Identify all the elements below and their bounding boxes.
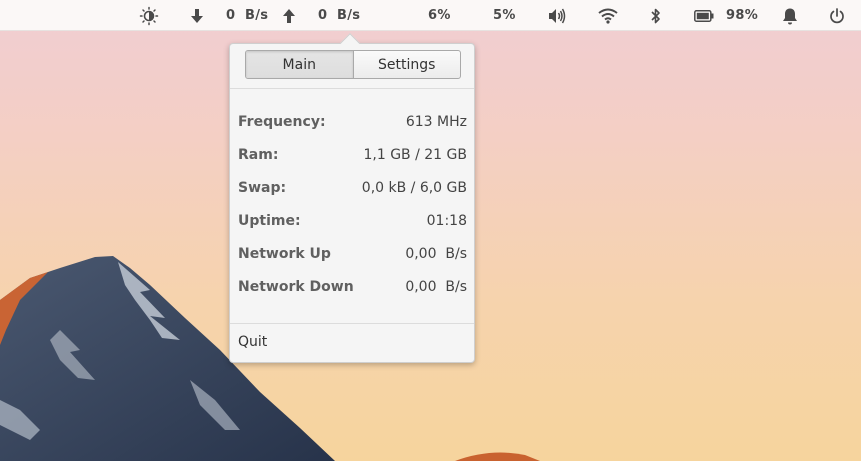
info-label: Swap: — [238, 180, 287, 196]
bell-icon — [783, 8, 797, 24]
sound-indicator[interactable] — [547, 0, 567, 31]
net-up-indicator[interactable] — [282, 0, 296, 31]
volume-icon — [549, 8, 566, 23]
info-label: Network Up — [238, 246, 331, 262]
net-down-value[interactable]: 0 B/s — [226, 0, 268, 31]
power-indicator[interactable] — [694, 0, 714, 31]
separator-bottom — [230, 323, 474, 324]
quit-menu-item[interactable]: Quit — [238, 334, 267, 350]
separator-top — [230, 88, 474, 89]
info-row-frequency: Frequency: 613 MHz — [238, 114, 467, 134]
top-panel: 0 B/s 0 B/s 6% 5% 98% — [0, 0, 861, 31]
view-switcher: Main Settings — [245, 50, 461, 79]
notifications-indicator[interactable] — [782, 0, 798, 31]
info-row-uptime: Uptime: 01:18 — [238, 213, 467, 233]
info-value: 0,00 B/s — [405, 246, 467, 262]
power-icon — [830, 7, 844, 23]
info-value: 0,00 B/s — [405, 279, 467, 295]
system-monitor-indicator[interactable] — [190, 0, 204, 31]
info-label: Network Down — [238, 279, 354, 295]
battery-icon — [694, 9, 714, 22]
info-label: Ram: — [238, 147, 279, 163]
battery-percent[interactable]: 98% — [726, 0, 758, 31]
wifi-icon — [598, 8, 618, 24]
net-up-value[interactable]: 0 B/s — [318, 0, 360, 31]
info-value: 0,0 kB / 6,0 GB — [361, 180, 467, 196]
info-row-network-down: Network Down 0,00 B/s — [238, 279, 467, 299]
info-label: Uptime: — [238, 213, 301, 229]
info-value: 1,1 GB / 21 GB — [363, 147, 467, 163]
info-row-swap: Swap: 0,0 kB / 6,0 GB — [238, 180, 467, 200]
session-indicator[interactable] — [829, 0, 845, 31]
system-monitor-popover: Main Settings Frequency: 613 MHz Ram: 1,… — [229, 33, 475, 363]
info-row-network-up: Network Up 0,00 B/s — [238, 246, 467, 266]
info-label: Frequency: — [238, 114, 326, 130]
arrow-down-icon — [191, 8, 203, 23]
arrow-up-icon — [283, 8, 295, 23]
night-light-indicator[interactable] — [139, 0, 159, 31]
bluetooth-indicator[interactable] — [650, 0, 662, 31]
tab-main[interactable]: Main — [246, 51, 353, 78]
tab-settings[interactable]: Settings — [352, 51, 461, 78]
memory-usage[interactable]: 5% — [493, 0, 516, 31]
bluetooth-icon — [651, 8, 660, 23]
info-value: 01:18 — [426, 213, 467, 229]
info-row-ram: Ram: 1,1 GB / 21 GB — [238, 147, 467, 167]
info-value: 613 MHz — [405, 114, 467, 130]
brightness-icon — [139, 6, 159, 25]
cpu-usage[interactable]: 6% — [428, 0, 451, 31]
network-indicator[interactable] — [598, 0, 618, 31]
